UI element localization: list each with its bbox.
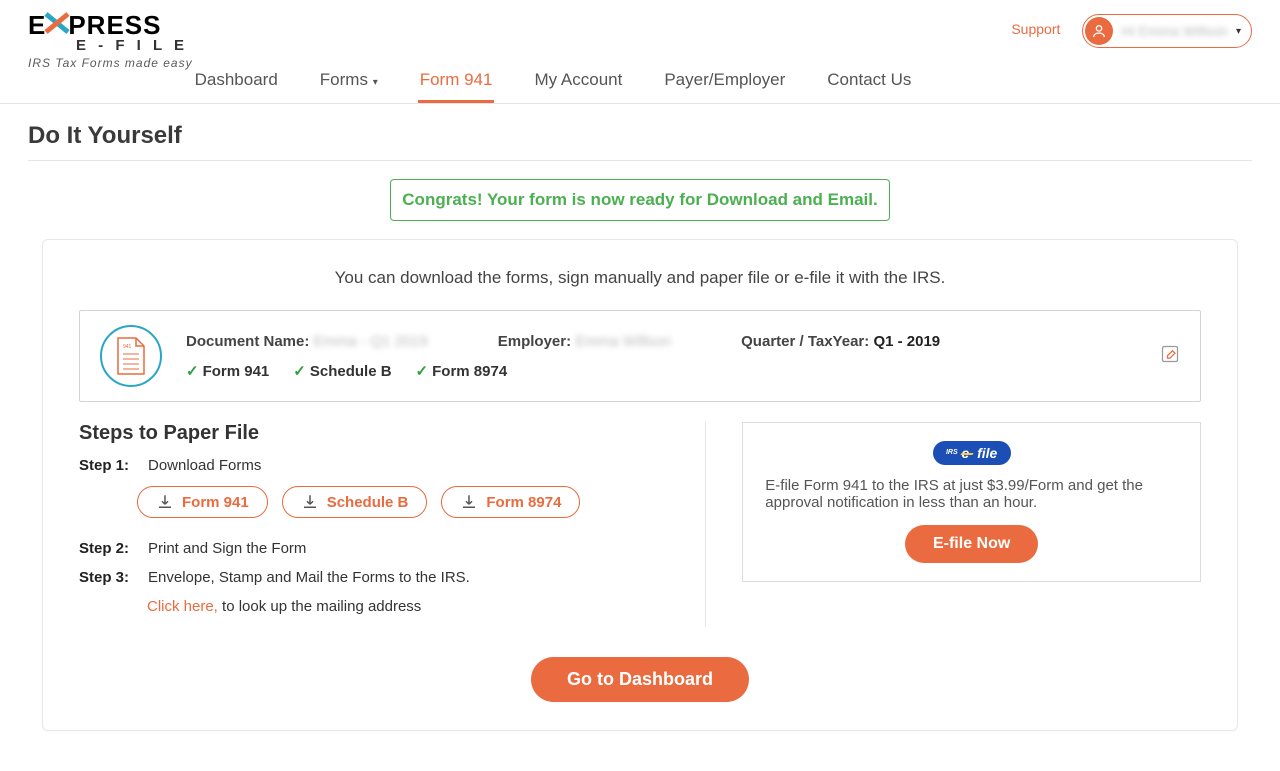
- employer-value: Emma Willson: [575, 333, 671, 350]
- main-card: You can download the forms, sign manuall…: [42, 239, 1238, 731]
- nav-contact[interactable]: Contact Us: [825, 60, 913, 103]
- download-icon: [460, 493, 478, 511]
- svg-text:941: 941: [123, 344, 132, 350]
- step3-label: Step 3:: [79, 569, 134, 586]
- user-menu[interactable]: Hi Emma Willson ▾: [1082, 14, 1252, 48]
- download-icon: [156, 493, 174, 511]
- quarter-value: Q1 - 2019: [873, 333, 940, 350]
- step3-text: Envelope, Stamp and Mail the Forms to th…: [148, 569, 470, 586]
- nav-forms[interactable]: Forms ▾: [318, 60, 380, 103]
- download-scheduleb-button[interactable]: Schedule B: [282, 486, 428, 518]
- nav-dashboard[interactable]: Dashboard: [193, 60, 280, 103]
- support-link[interactable]: Support: [1011, 21, 1060, 37]
- check-icon: ✓: [416, 363, 429, 380]
- status-form8974: ✓Form 8974: [416, 362, 508, 380]
- nav-account[interactable]: My Account: [532, 60, 624, 103]
- efile-now-button[interactable]: E-file Now: [905, 525, 1038, 563]
- go-to-dashboard-button[interactable]: Go to Dashboard: [531, 657, 749, 702]
- download-icon: [301, 493, 319, 511]
- edit-button[interactable]: [1160, 344, 1180, 369]
- logo-subline: E - F I L E: [76, 37, 193, 54]
- quarter-label: Quarter / TaxYear:: [741, 333, 869, 350]
- step2-text: Print and Sign the Form: [148, 540, 306, 557]
- chevron-down-icon: ▾: [373, 77, 378, 88]
- download-form941-button[interactable]: Form 941: [137, 486, 268, 518]
- page-title: Do It Yourself: [28, 122, 1252, 161]
- doc-name-label: Document Name:: [186, 333, 309, 350]
- status-form941: ✓Form 941: [186, 362, 269, 380]
- document-icon: 941: [100, 325, 162, 387]
- tagline: IRS Tax Forms made easy: [28, 56, 193, 70]
- check-icon: ✓: [293, 363, 306, 380]
- step1-text: Download Forms: [148, 457, 261, 474]
- efile-panel: IRS e file E-file Form 941 to the IRS at…: [742, 422, 1201, 582]
- avatar-icon: [1085, 17, 1113, 45]
- doc-name-value: Emma - Q1 2019: [314, 333, 428, 350]
- mailing-text: to look up the mailing address: [218, 598, 421, 615]
- mailing-address-link[interactable]: Click here,: [147, 598, 218, 615]
- irs-efile-logo: IRS e file: [933, 441, 1011, 465]
- status-scheduleb: ✓Schedule B: [293, 362, 391, 380]
- nav-payer[interactable]: Payer/Employer: [662, 60, 787, 103]
- steps-title: Steps to Paper File: [79, 422, 675, 445]
- nav-form941[interactable]: Form 941: [418, 60, 495, 103]
- congrats-banner: Congrats! Your form is now ready for Dow…: [390, 179, 890, 221]
- chevron-down-icon: ▾: [1236, 26, 1241, 37]
- document-summary: 941 Document Name: Emma - Q1 2019 Employ…: [79, 310, 1201, 402]
- step1-label: Step 1:: [79, 457, 134, 474]
- main-nav: Dashboard Forms ▾ Form 941 My Account Pa…: [193, 60, 1252, 103]
- check-icon: ✓: [186, 363, 199, 380]
- lead-text: You can download the forms, sign manuall…: [79, 268, 1201, 288]
- step2-label: Step 2:: [79, 540, 134, 557]
- download-form8974-button[interactable]: Form 8974: [441, 486, 580, 518]
- efile-text: E-file Form 941 to the IRS at just $3.99…: [765, 477, 1178, 511]
- employer-label: Employer:: [498, 333, 571, 350]
- user-name: Hi Emma Willson: [1121, 23, 1228, 39]
